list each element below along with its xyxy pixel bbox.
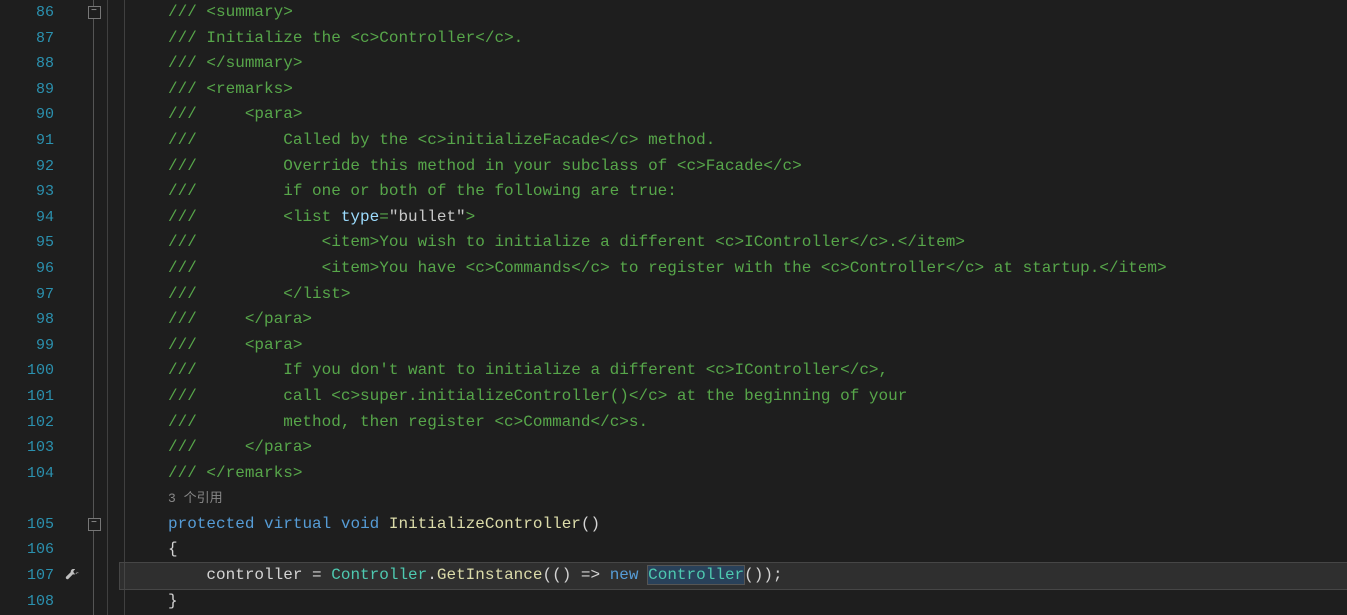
line-number: 105 (0, 512, 60, 538)
code-line[interactable]: /// </para> (120, 435, 1347, 461)
line-number: 99 (0, 333, 60, 359)
code-editor[interactable]: 86 87 88 89 90 91 92 93 94 95 96 97 98 9… (0, 0, 1347, 615)
code-line[interactable]: /// <remarks> (120, 77, 1347, 103)
line-number: 95 (0, 230, 60, 256)
line-number: 93 (0, 179, 60, 205)
code-line[interactable]: { (120, 537, 1347, 563)
line-number-gutter: 86 87 88 89 90 91 92 93 94 95 96 97 98 9… (0, 0, 60, 615)
code-line[interactable]: /// method, then register <c>Command</c>… (120, 410, 1347, 436)
code-line[interactable]: } (120, 589, 1347, 615)
code-line[interactable]: /// </para> (120, 307, 1347, 333)
line-number: 88 (0, 51, 60, 77)
code-line[interactable]: /// <item>You have <c>Commands</c> to re… (120, 256, 1347, 282)
line-number: 97 (0, 282, 60, 308)
code-line[interactable]: /// call <c>super.initializeController()… (120, 384, 1347, 410)
code-line[interactable]: protected virtual void InitializeControl… (120, 512, 1347, 538)
code-line[interactable]: /// <summary> (120, 0, 1347, 26)
line-number: 107 (0, 563, 60, 589)
codelens-references[interactable]: 3 个引用 (120, 486, 1347, 512)
line-number: 91 (0, 128, 60, 154)
line-number: 87 (0, 26, 60, 52)
code-line[interactable]: /// <para> (120, 102, 1347, 128)
fold-toggle-icon[interactable]: − (88, 518, 101, 531)
folding-margin[interactable]: − − (84, 0, 104, 615)
line-number: 101 (0, 384, 60, 410)
line-number: 106 (0, 537, 60, 563)
line-number-blank: . (0, 486, 60, 512)
line-number: 100 (0, 358, 60, 384)
line-number: 89 (0, 77, 60, 103)
code-line[interactable]: /// <item>You wish to initialize a diffe… (120, 230, 1347, 256)
code-line-current[interactable]: controller = Controller.GetInstance(() =… (120, 563, 1347, 589)
code-line[interactable]: /// </list> (120, 282, 1347, 308)
code-line[interactable]: /// Override this method in your subclas… (120, 154, 1347, 180)
code-line[interactable]: /// Called by the <c>initializeFacade</c… (120, 128, 1347, 154)
code-line[interactable]: /// If you don't want to initialize a di… (120, 358, 1347, 384)
line-number: 108 (0, 589, 60, 615)
code-line[interactable]: /// if one or both of the following are … (120, 179, 1347, 205)
selected-identifier[interactable]: Controller (648, 566, 744, 584)
code-line[interactable]: /// </remarks> (120, 461, 1347, 487)
line-number: 96 (0, 256, 60, 282)
line-number: 104 (0, 461, 60, 487)
line-number: 94 (0, 205, 60, 231)
line-number: 92 (0, 154, 60, 180)
code-line[interactable]: /// <list type="bullet"> (120, 205, 1347, 231)
line-number: 102 (0, 410, 60, 436)
quick-actions-icon[interactable] (60, 563, 84, 589)
line-number: 86 (0, 0, 60, 26)
fold-toggle-icon[interactable]: − (88, 6, 101, 19)
code-line[interactable]: /// <para> (120, 333, 1347, 359)
code-line[interactable]: /// Initialize the <c>Controller</c>. (120, 26, 1347, 52)
line-number: 98 (0, 307, 60, 333)
indent-guides (104, 0, 120, 615)
line-number: 90 (0, 102, 60, 128)
line-number: 103 (0, 435, 60, 461)
code-area[interactable]: /// <summary> /// Initialize the <c>Cont… (120, 0, 1347, 615)
glyph-margin (60, 0, 84, 615)
code-line[interactable]: /// </summary> (120, 51, 1347, 77)
